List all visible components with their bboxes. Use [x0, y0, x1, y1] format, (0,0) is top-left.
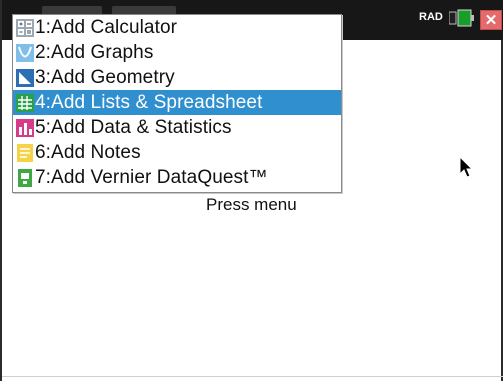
- menu-item-add-lists-spreadsheet[interactable]: 4:Add Lists & Spreadsheet: [13, 90, 341, 115]
- graphs-icon: [15, 43, 35, 63]
- menu-item-label: 6:Add Notes: [35, 141, 141, 163]
- menu-item-add-data-statistics[interactable]: 5:Add Data & Statistics: [13, 115, 341, 140]
- divider: [2, 376, 503, 377]
- menu-item-add-calculator[interactable]: 1:Add Calculator: [13, 15, 341, 40]
- menu-item-add-vernier-dataquest[interactable]: 7:Add Vernier DataQuest™: [13, 165, 341, 190]
- menu-item-label: 4:Add Lists & Spreadsheet: [35, 91, 263, 113]
- notes-icon: [15, 143, 35, 163]
- close-icon: ✕: [484, 12, 498, 29]
- menu-item-label: 3:Add Geometry: [35, 66, 175, 88]
- close-button[interactable]: ✕: [480, 10, 502, 30]
- mouse-pointer-icon: [459, 156, 474, 178]
- menu-item-label: 1:Add Calculator: [35, 16, 178, 38]
- geometry-icon: [15, 68, 35, 88]
- menu-item-add-notes[interactable]: 6:Add Notes: [13, 140, 341, 165]
- battery-icon: [449, 9, 474, 27]
- spreadsheet-icon: [15, 93, 35, 113]
- menu-item-label: 5:Add Data & Statistics: [35, 116, 232, 138]
- menu-item-label: 7:Add Vernier DataQuest™: [35, 166, 268, 188]
- menu-item-add-geometry[interactable]: 3:Add Geometry: [13, 65, 341, 90]
- press-menu-hint: Press menu: [206, 195, 297, 214]
- insert-page-menu: 1:Add Calculator 2:Add Graphs 3:Add Geom…: [12, 14, 342, 193]
- data-statistics-icon: [15, 118, 35, 138]
- menu-item-label: 2:Add Graphs: [35, 41, 154, 63]
- menu-item-add-graphs[interactable]: 2:Add Graphs: [13, 40, 341, 65]
- calculator-screen: RAD ✕ 1:Add Calculator 2:Add Graphs 3:Ad…: [0, 0, 503, 381]
- calculator-icon: [15, 18, 35, 38]
- angle-mode-indicator: RAD: [419, 11, 443, 23]
- vernier-dataquest-icon: [15, 168, 35, 188]
